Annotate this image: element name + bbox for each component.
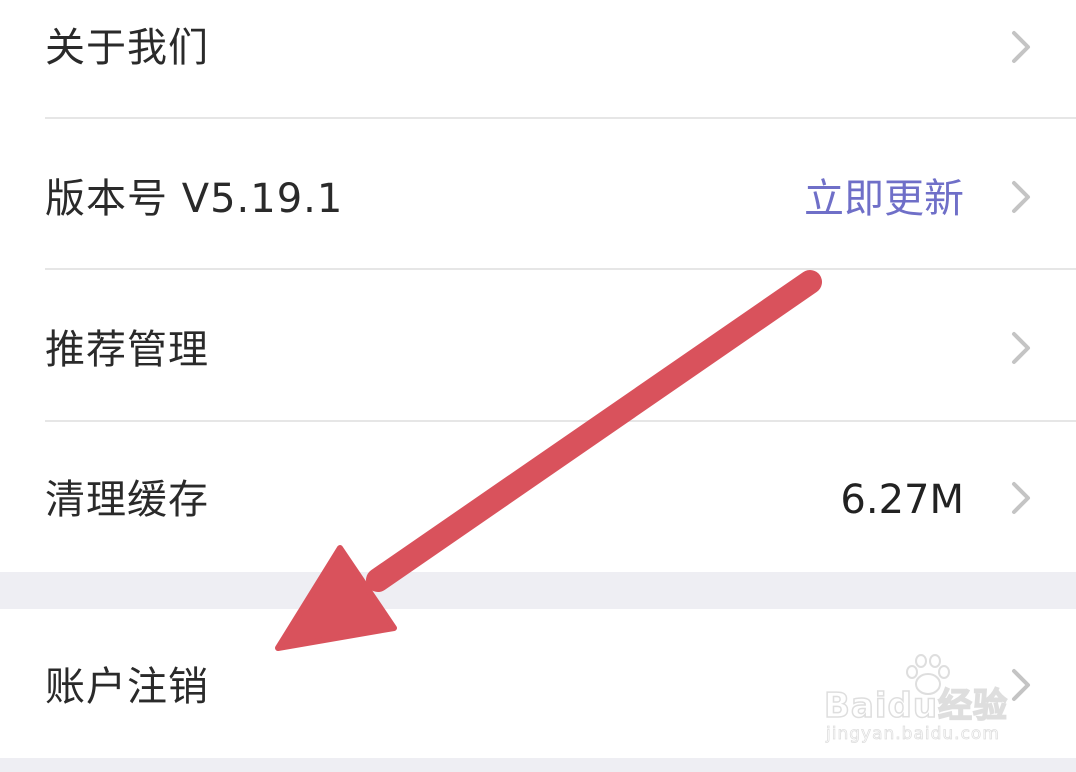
section-gap (0, 572, 1076, 609)
settings-item-label: 清理缓存 (45, 477, 209, 523)
chevron-right-icon (1012, 482, 1030, 514)
update-now-link[interactable]: 立即更新 (804, 179, 964, 219)
watermark-logo: Baidu经验 (823, 685, 1009, 727)
settings-item-recommendation-management[interactable]: 推荐管理 (0, 270, 1076, 420)
settings-item-about-us[interactable]: 关于我们 (0, 0, 1076, 118)
cache-size-value: 6.27M (840, 477, 964, 523)
settings-item-version[interactable]: 版本号 V5.19.1 立即更新 (0, 119, 1076, 268)
watermark-url: jingyan.baidu.com (826, 724, 1000, 745)
settings-item-label: 关于我们 (45, 25, 209, 71)
settings-item-label: 账户注销 (45, 664, 209, 710)
version-label: 版本号 V5.19.1 (45, 176, 344, 222)
baidu-watermark: Baidu经验 jingyan.baidu.com (823, 652, 1024, 752)
chevron-right-icon (1012, 31, 1030, 63)
section-gap (0, 758, 1076, 772)
settings-item-label: 推荐管理 (45, 327, 209, 373)
chevron-right-icon (1012, 181, 1030, 213)
settings-item-clear-cache[interactable]: 清理缓存 6.27M (0, 422, 1076, 572)
chevron-right-icon (1012, 332, 1030, 364)
